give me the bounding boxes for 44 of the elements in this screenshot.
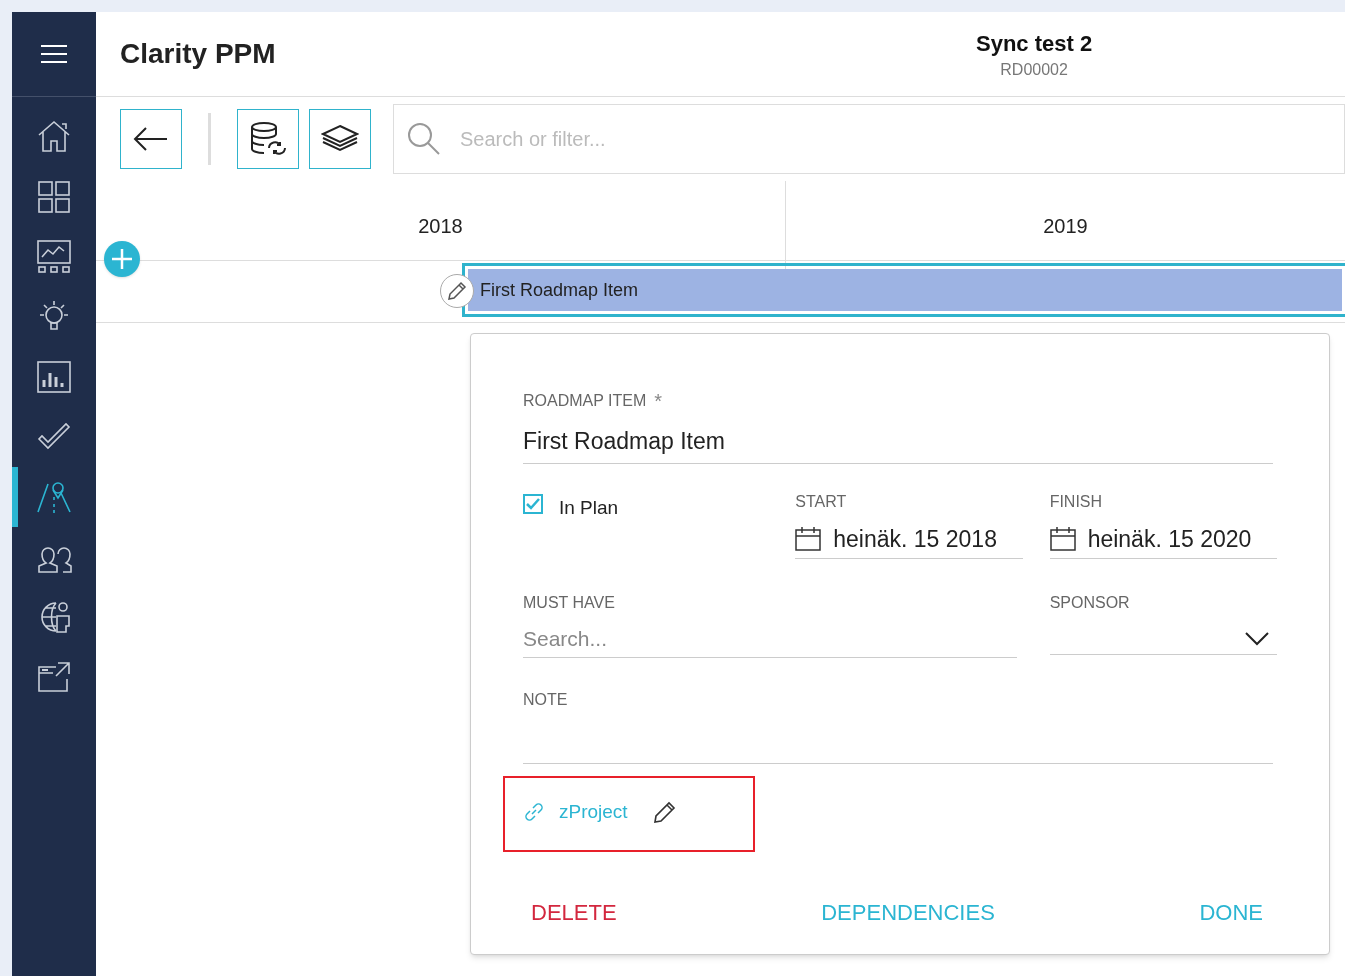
in-plan-checkbox[interactable] — [523, 493, 543, 514]
field-label: START — [795, 491, 848, 512]
year-label: 2018 — [418, 213, 463, 239]
timeline-bar-label: First Roadmap Item — [468, 269, 1342, 311]
chevron-down-icon — [1245, 631, 1269, 646]
must-have-field[interactable]: Search... — [523, 623, 1017, 658]
roadmap-icon — [36, 479, 72, 515]
record-code: RD00002 — [1000, 60, 1068, 80]
grid-icon — [36, 179, 72, 215]
back-button[interactable] — [120, 109, 182, 169]
dashboard-icon — [36, 239, 72, 275]
layers-icon — [321, 124, 359, 154]
link-icon — [523, 800, 545, 823]
year-label: 2019 — [1043, 213, 1088, 239]
field-label: FINISH — [1049, 491, 1104, 512]
database-sync-icon — [249, 121, 287, 157]
start-date-field[interactable]: heinäk. 15 2018 — [795, 521, 1023, 559]
back-arrow-icon — [133, 126, 169, 152]
checkmark-icon — [526, 497, 540, 510]
checkbox-label: In Plan — [559, 495, 619, 520]
finish-date-field[interactable]: heinäk. 15 2020 — [1049, 521, 1277, 559]
search-icon — [407, 122, 441, 156]
plus-icon — [111, 248, 133, 270]
field-label: NOTE — [523, 689, 569, 710]
calendar-icon — [1049, 525, 1076, 552]
field-label: ROADMAP ITEM — [523, 391, 647, 411]
layers-button[interactable] — [309, 109, 371, 169]
home-icon — [36, 119, 72, 155]
sync-database-button[interactable] — [237, 109, 299, 169]
calendar-icon — [795, 525, 822, 552]
pencil-icon — [446, 280, 468, 302]
roadmap-item-field[interactable]: First Roadmap Item — [523, 424, 1273, 464]
record-title: Sync test 2 — [976, 30, 1093, 58]
timeline-bar[interactable]: First Roadmap Item — [462, 263, 1345, 317]
edit-button[interactable] — [440, 274, 474, 308]
bar-chart-icon — [36, 359, 72, 395]
delete-button[interactable]: DELETE — [523, 895, 625, 929]
required-mark: * — [654, 389, 663, 414]
field-label: SPONSOR — [1049, 593, 1131, 613]
app-title: Clarity PPM — [120, 37, 276, 71]
search-field[interactable]: Search or filter... — [393, 104, 1345, 174]
field-label: MUST HAVE — [523, 593, 616, 613]
external-window-icon — [36, 659, 72, 695]
menu-icon — [41, 44, 67, 64]
